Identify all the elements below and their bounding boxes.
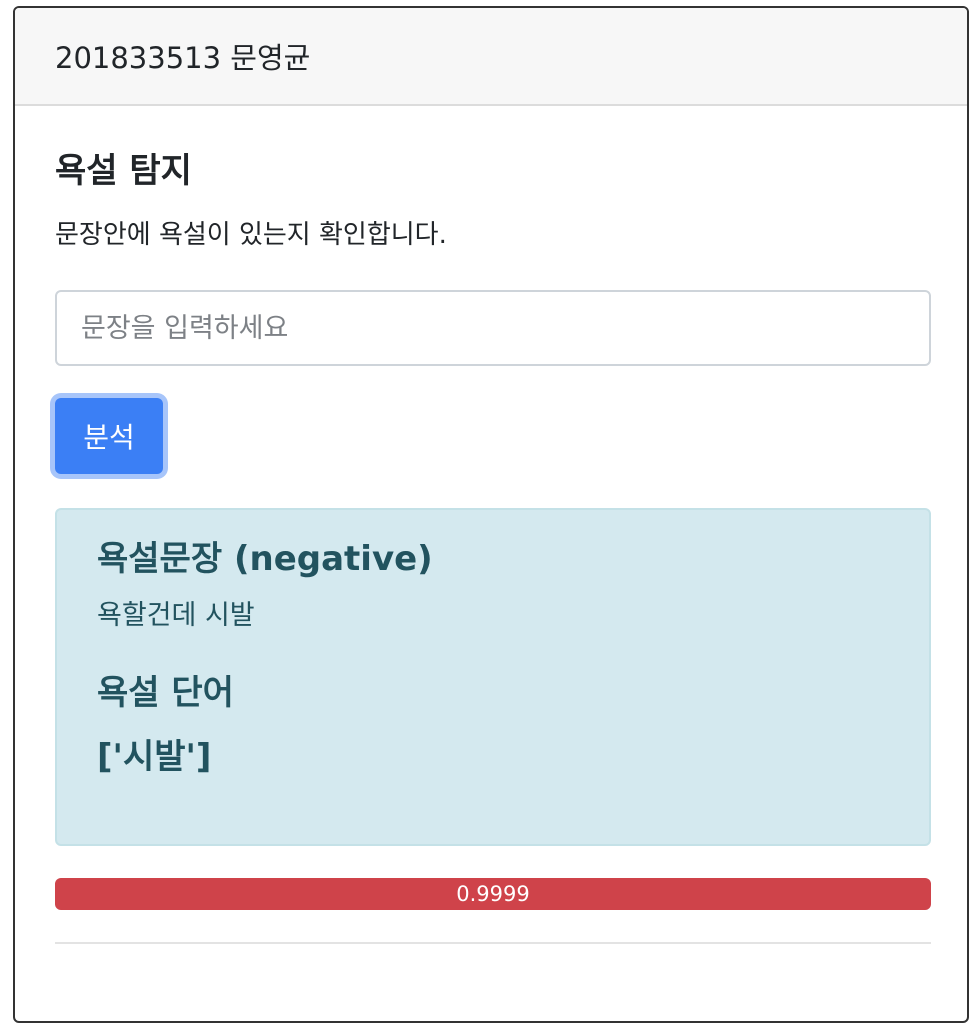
card-header: 201833513 문영균 <box>15 8 967 106</box>
page-description: 문장안에 욕설이 있는지 확인합니다. <box>55 220 447 250</box>
divider <box>55 942 931 944</box>
result-title: 욕설문장 (negative) <box>97 539 433 579</box>
result-alert: 욕설문장 (negative) 욕할건데 시발 욕설 단어 ['시발'] <box>55 508 931 846</box>
page-title: 욕설 탐지 <box>55 151 192 191</box>
main-card: 201833513 문영균 욕설 탐지 문장안에 욕설이 있는지 확인합니다. … <box>13 6 969 1023</box>
score-progress: 0.9999 <box>55 878 931 910</box>
header-title: 201833513 문영균 <box>55 41 311 75</box>
analyze-button[interactable]: 분석 <box>55 398 163 474</box>
score-progress-bar: 0.9999 <box>55 878 931 910</box>
card-body: 욕설 탐지 문장안에 욕설이 있는지 확인합니다. 분석 욕설문장 (negat… <box>15 154 967 944</box>
score-label: 0.9999 <box>456 882 530 906</box>
profanity-words-title: 욕설 단어 <box>97 673 234 713</box>
sentence-input[interactable] <box>55 290 931 366</box>
result-sentence: 욕할건데 시발 <box>97 600 255 631</box>
profanity-words-list: ['시발'] <box>97 737 212 777</box>
